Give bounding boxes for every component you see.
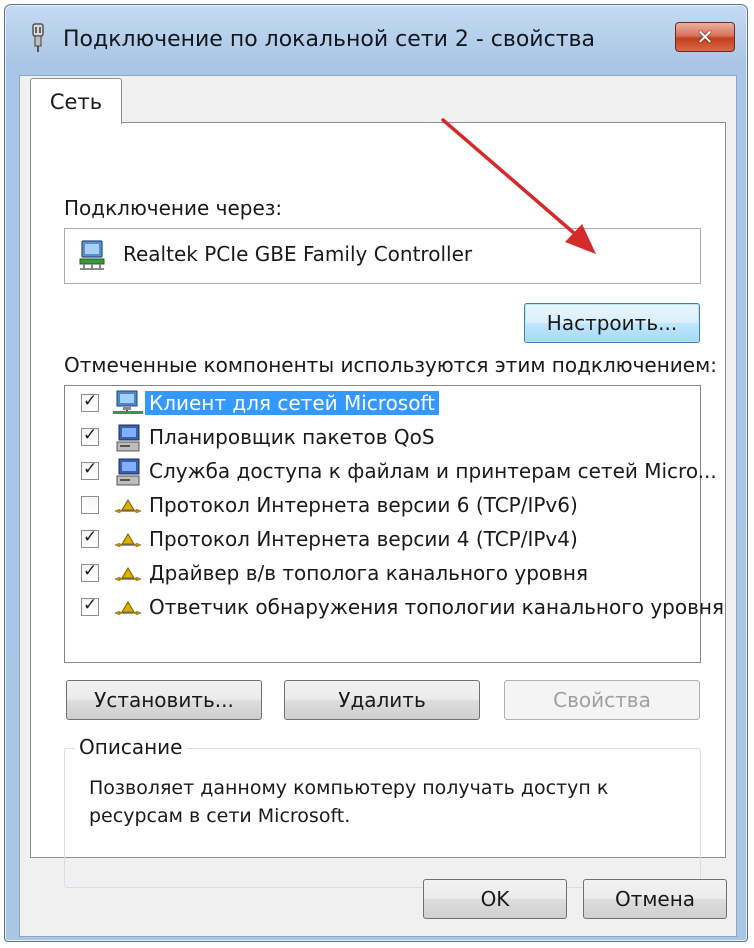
list-item[interactable]: ✓ Протокол Интернета версии 4 (TCP/IPv4) bbox=[65, 523, 695, 557]
component-label: Служба доступа к файлам и принтерам сете… bbox=[149, 459, 717, 483]
protocol-icon bbox=[115, 601, 141, 615]
network-adapter-icon bbox=[79, 240, 105, 270]
component-label: Планировщик пакетов QoS bbox=[149, 425, 435, 449]
checkmark-icon: ✓ bbox=[83, 527, 98, 547]
component-label: Ответчик обнаружения топологии канальног… bbox=[149, 595, 724, 619]
properties-button-label: Свойства bbox=[553, 688, 651, 712]
properties-window: Подключение по локальной сети 2 - свойст… bbox=[4, 4, 748, 942]
network-tab-panel: Подключение через: Realtek PCIe GBE Fami… bbox=[30, 122, 726, 888]
protocol-icon bbox=[115, 533, 141, 547]
component-checkbox[interactable]: ✓ bbox=[81, 425, 99, 446]
component-checkbox[interactable]: ✓ bbox=[81, 391, 99, 412]
install-button-label: Установить... bbox=[94, 688, 234, 712]
description-title: Описание bbox=[75, 735, 187, 759]
ok-button[interactable]: OK bbox=[423, 879, 567, 919]
component-checkbox[interactable]: ✓ bbox=[81, 459, 99, 480]
component-checkbox[interactable]: ✓ bbox=[81, 527, 99, 548]
install-button[interactable]: Установить... bbox=[66, 680, 262, 720]
cancel-button-label: Отмена bbox=[614, 887, 696, 911]
checkmark-icon: ✓ bbox=[83, 459, 98, 479]
list-item[interactable]: ✓ Служба доступа к файлам и принтерам се… bbox=[65, 455, 717, 489]
title-bar[interactable]: Подключение по локальной сети 2 - свойст… bbox=[5, 5, 747, 71]
service-computer-icon bbox=[116, 458, 140, 486]
component-checkbox[interactable] bbox=[81, 496, 99, 514]
close-button[interactable]: ✕ bbox=[675, 22, 735, 52]
tab-network[interactable]: Сеть bbox=[30, 78, 122, 124]
component-label: Клиент для сетей Microsoft bbox=[145, 391, 439, 415]
list-item[interactable]: ✓ Клиент для сетей Microsoft bbox=[65, 387, 695, 421]
service-computer-icon bbox=[116, 424, 140, 452]
configure-button[interactable]: Настроить... bbox=[524, 303, 700, 343]
checkmark-icon: ✓ bbox=[83, 425, 98, 445]
description-group: Описание Позволяет данному компьютеру по… bbox=[64, 735, 701, 888]
cancel-button[interactable]: Отмена bbox=[583, 879, 727, 919]
connect-using-label: Подключение через: bbox=[64, 196, 283, 220]
network-client-icon bbox=[113, 390, 143, 414]
dialog-client-area: Сеть Подключение через: Realtek PCIe GBE… bbox=[19, 75, 737, 937]
window-title: Подключение по локальной сети 2 - свойст… bbox=[63, 27, 595, 52]
components-label: Отмеченные компоненты используются этим … bbox=[64, 353, 717, 377]
description-text: Позволяет данному компьютеру получать до… bbox=[89, 777, 609, 827]
adapter-name: Realtek PCIe GBE Family Controller bbox=[123, 242, 473, 266]
component-label: Протокол Интернета версии 6 (TCP/IPv6) bbox=[149, 493, 578, 517]
list-item[interactable]: ✓ Ответчик обнаружения топологии канальн… bbox=[65, 591, 724, 625]
list-item[interactable]: ✓ Драйвер в/в тополога канального уровня bbox=[65, 557, 695, 591]
remove-button[interactable]: Удалить bbox=[284, 680, 480, 720]
close-icon: ✕ bbox=[696, 25, 714, 49]
ok-button-label: OK bbox=[480, 887, 510, 911]
remove-button-label: Удалить bbox=[338, 688, 426, 712]
component-label: Драйвер в/в тополога канального уровня bbox=[149, 561, 589, 585]
components-list[interactable]: ✓ Клиент для сетей Microsoft ✓ Планировщ… bbox=[64, 385, 724, 663]
properties-button[interactable]: Свойства bbox=[504, 680, 700, 720]
component-label: Протокол Интернета версии 4 (TCP/IPv4) bbox=[149, 527, 578, 551]
checkmark-icon: ✓ bbox=[83, 561, 98, 581]
checkmark-icon: ✓ bbox=[83, 595, 98, 615]
list-item[interactable]: ✓ Планировщик пакетов QoS bbox=[65, 421, 695, 455]
protocol-icon bbox=[115, 567, 141, 581]
component-checkbox[interactable]: ✓ bbox=[81, 595, 99, 616]
configure-button-label: Настроить... bbox=[546, 311, 678, 335]
list-item[interactable]: Протокол Интернета версии 6 (TCP/IPv6) bbox=[65, 489, 695, 523]
component-checkbox[interactable]: ✓ bbox=[81, 561, 99, 582]
checkmark-icon: ✓ bbox=[83, 391, 98, 411]
network-connection-icon bbox=[32, 23, 44, 52]
adapter-field: Realtek PCIe GBE Family Controller bbox=[64, 228, 701, 284]
protocol-icon bbox=[115, 499, 141, 513]
